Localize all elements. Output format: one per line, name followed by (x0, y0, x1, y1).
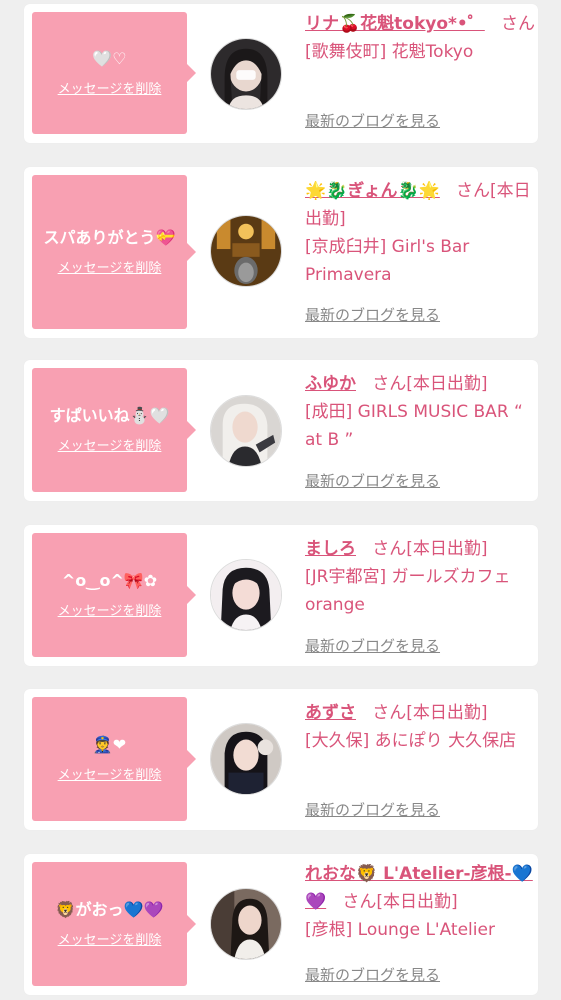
list-item: すぱいいね⛄🤍 メッセージを削除 ふゆか さん[本日出勤] [成田] GIRLS… (24, 360, 538, 501)
delete-message-link[interactable]: メッセージを削除 (58, 600, 162, 619)
status-badge: [本日出勤] (406, 539, 488, 559)
avatar[interactable] (210, 559, 282, 631)
cast-info: ふゆか さん[本日出勤] [成田] GIRLS MUSIC BAR “ at B… (305, 370, 535, 454)
list-item: 👮❤ メッセージを削除 あずさ さん[本日出勤] [大久保] あにぽり 大久保店… (24, 689, 538, 830)
message-text: スパありがとう💝 (43, 227, 176, 247)
shop-name: [彦根] Lounge L'Atelier (305, 920, 495, 940)
delete-message-link[interactable]: メッセージを削除 (58, 257, 162, 276)
delete-message-link[interactable]: メッセージを削除 (58, 78, 162, 97)
avatar-image (211, 396, 281, 466)
message-bubble: ^o‿o^🎀✿ メッセージを削除 (32, 533, 196, 657)
delete-message-link[interactable]: メッセージを削除 (58, 929, 162, 948)
avatar[interactable] (210, 888, 282, 960)
san-suffix: さん (501, 14, 536, 34)
list-item: スパありがとう💝 メッセージを削除 🌟🐉ぎょん🐉🌟 さん[本日出勤] [京成臼井… (24, 167, 538, 338)
message-text: 🦁がおっ💙💜 (55, 899, 164, 919)
list-item: 🤍♡ メッセージを削除 リナ🍒花魁tokyo*•゜ さん [歌舞伎町] 花魁To… (24, 4, 538, 143)
latest-blog-link[interactable]: 最新のブログを見る (305, 110, 440, 131)
latest-blog-link[interactable]: 最新のブログを見る (305, 964, 440, 985)
cast-info: リナ🍒花魁tokyo*•゜ さん [歌舞伎町] 花魁Tokyo (305, 10, 535, 66)
latest-blog-link[interactable]: 最新のブログを見る (305, 470, 440, 491)
shop-name: [大久保] あにぽり 大久保店 (305, 731, 517, 751)
message-text: ^o‿o^🎀✿ (61, 570, 158, 590)
cast-name-link[interactable]: ふゆか (305, 374, 356, 394)
status-badge: [本日出勤] (376, 892, 458, 912)
cast-info: れおな🦁 L'Atelier-彦根-💙💜 さん[本日出勤] [彦根] Loung… (305, 860, 535, 944)
cast-name-link[interactable]: リナ🍒花魁tokyo*•゜ (305, 14, 485, 34)
cast-name-link[interactable]: ましろ (305, 539, 356, 559)
cast-info: 🌟🐉ぎょん🐉🌟 さん[本日出勤] [京成臼井] Girl's Bar Prima… (305, 177, 535, 289)
message-bubble: スパありがとう💝 メッセージを削除 (32, 175, 196, 329)
san-suffix: さん (456, 181, 491, 201)
message-bubble: 🤍♡ メッセージを削除 (32, 12, 196, 134)
message-bubble: 🦁がおっ💙💜 メッセージを削除 (32, 862, 196, 986)
list-item: ^o‿o^🎀✿ メッセージを削除 ましろ さん[本日出勤] [JR宇都宮] ガー… (24, 525, 538, 666)
status-badge: [本日出勤] (406, 703, 488, 723)
san-suffix: さん (372, 374, 407, 394)
shop-name: [成田] GIRLS MUSIC BAR “ at B ” (305, 402, 523, 450)
avatar-image (211, 889, 281, 959)
message-text: 👮❤ (92, 734, 127, 754)
avatar[interactable] (210, 38, 282, 110)
delete-message-link[interactable]: メッセージを削除 (58, 764, 162, 783)
message-text: 🤍♡ (92, 48, 127, 68)
shop-name: [JR宇都宮] ガールズカフェ orange (305, 567, 511, 615)
san-suffix: さん (372, 703, 407, 723)
san-suffix: さん (372, 539, 407, 559)
avatar[interactable] (210, 215, 282, 287)
shop-name: [歌舞伎町] 花魁Tokyo (305, 42, 474, 62)
cast-name-link[interactable]: 🌟🐉ぎょん🐉🌟 (305, 181, 440, 201)
cast-info: あずさ さん[本日出勤] [大久保] あにぽり 大久保店 (305, 699, 535, 755)
avatar[interactable] (210, 723, 282, 795)
san-suffix: さん (342, 892, 377, 912)
avatar-image (211, 216, 281, 286)
latest-blog-link[interactable]: 最新のブログを見る (305, 304, 440, 325)
cast-name-link[interactable]: あずさ (305, 703, 356, 723)
list-item: 🦁がおっ💙💜 メッセージを削除 れおな🦁 L'Atelier-彦根-💙💜 さん[… (24, 854, 538, 995)
message-bubble: 👮❤ メッセージを削除 (32, 697, 196, 821)
shop-name: [京成臼井] Girl's Bar Primavera (305, 237, 470, 285)
delete-message-link[interactable]: メッセージを削除 (58, 435, 162, 454)
message-text: すぱいいね⛄🤍 (49, 405, 170, 425)
message-bubble: すぱいいね⛄🤍 メッセージを削除 (32, 368, 196, 492)
latest-blog-link[interactable]: 最新のブログを見る (305, 635, 440, 656)
avatar[interactable] (210, 395, 282, 467)
avatar-image (211, 724, 281, 794)
avatar-image (211, 560, 281, 630)
avatar-image (211, 39, 281, 109)
cast-info: ましろ さん[本日出勤] [JR宇都宮] ガールズカフェ orange (305, 535, 535, 619)
latest-blog-link[interactable]: 最新のブログを見る (305, 799, 440, 820)
status-badge: [本日出勤] (406, 374, 488, 394)
message-list: 🤍♡ メッセージを削除 リナ🍒花魁tokyo*•゜ さん [歌舞伎町] 花魁To… (0, 0, 561, 1000)
